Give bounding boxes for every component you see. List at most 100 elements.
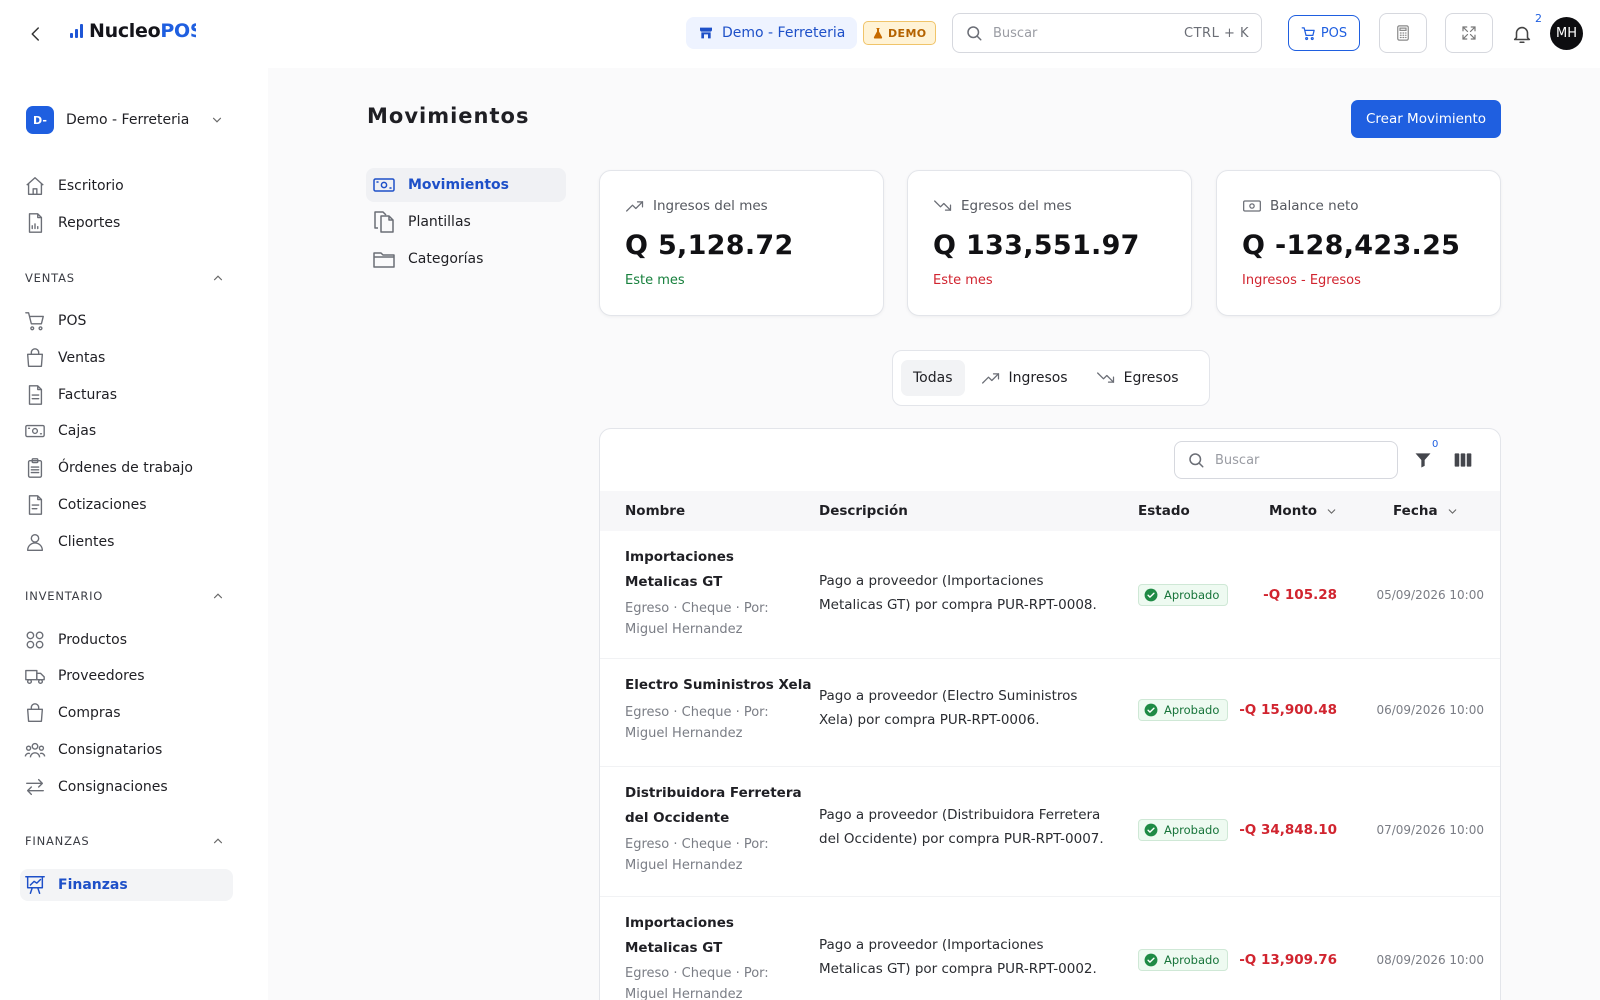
table-header: Nombre Descripción Estado Monto Fecha [600, 491, 1500, 531]
table-row[interactable]: Importaciones Metalicas GT Egreso · Chequ… [600, 531, 1500, 659]
page-title: Movimientos [367, 104, 530, 128]
top-bar: NucleoPOS Demo - Ferreteria DEMO CTRL + … [0, 0, 1600, 68]
funnel-icon [1415, 453, 1431, 468]
status-badge: Aprobado [1138, 819, 1229, 841]
org-badge: D- [26, 106, 54, 134]
check-circle-icon [1144, 953, 1158, 967]
store-icon [700, 27, 712, 39]
amount: -Q 15,900.48 [1239, 702, 1337, 718]
section-finanzas[interactable]: FINANZAS [25, 831, 225, 851]
user-icon [26, 533, 44, 551]
type-filter: Todas Ingresos Egresos [892, 350, 1210, 406]
chart-board-icon [25, 876, 45, 894]
check-circle-icon [1144, 823, 1158, 837]
sidebar-item-proveedores[interactable]: Proveedores [20, 660, 233, 692]
logo-bars-icon [70, 24, 83, 38]
section-ventas[interactable]: VENTAS [25, 268, 225, 288]
home-icon [26, 177, 44, 195]
fullscreen-button[interactable] [1445, 13, 1493, 53]
filter-egresos[interactable]: Egresos [1084, 360, 1191, 396]
create-movement-button[interactable]: Crear Movimiento [1351, 100, 1501, 138]
status-badge: Aprobado [1138, 699, 1229, 721]
check-circle-icon [1144, 588, 1158, 602]
document-icon [28, 495, 43, 515]
subnav-movimientos[interactable]: Movimientos [366, 168, 566, 202]
trending-up-icon [981, 373, 999, 384]
sidebar-item-cotizaciones[interactable]: Cotizaciones [20, 489, 233, 521]
sidebar-item-compras[interactable]: Compras [20, 697, 233, 729]
cash-icon [373, 178, 395, 192]
section-inventario[interactable]: INVENTARIO [25, 586, 225, 606]
sidebar-item-ventas[interactable]: Ventas [20, 342, 233, 374]
stat-card-egresos: Egresos del mes Q 133,551.97 Este mes [907, 170, 1192, 316]
columns-button[interactable] [1452, 449, 1474, 471]
calculator-icon [1397, 25, 1409, 41]
notifications-count: 2 [1535, 12, 1542, 25]
table-search[interactable] [1174, 441, 1398, 479]
amount: -Q 34,848.10 [1239, 822, 1337, 838]
stat-card-balance: Balance neto Q -128,423.25 Ingresos - Eg… [1216, 170, 1501, 316]
col-descripcion: Descripción [819, 503, 908, 519]
sidebar-item-cajas[interactable]: Cajas [20, 415, 233, 447]
stat-value-balance: Q -128,423.25 [1242, 230, 1461, 261]
sidebar-item-finanzas[interactable]: Finanzas [20, 869, 233, 901]
filter-todas[interactable]: Todas [901, 360, 965, 396]
stat-sub-ingresos: Este mes [625, 273, 685, 288]
sidebar-item-consignaciones[interactable]: Consignaciones [20, 771, 233, 803]
grid-icon [26, 631, 44, 649]
date: 06/09/2026 10:00 [1376, 703, 1484, 717]
table-search-input[interactable] [1215, 452, 1385, 468]
table-row[interactable]: Importaciones Metalicas GT Egreso · Chequ… [600, 897, 1500, 1000]
status-badge: Aprobado [1138, 949, 1229, 971]
report-icon [28, 213, 43, 233]
sidebar-item-reportes[interactable]: Reportes [20, 207, 233, 239]
trending-down-icon [934, 200, 952, 211]
col-monto[interactable]: Monto [1269, 491, 1338, 531]
clipboard-icon [27, 458, 43, 478]
global-search-input[interactable] [993, 25, 1175, 41]
filter-count: 0 [1432, 439, 1439, 450]
amount: -Q 105.28 [1263, 587, 1337, 603]
table-row[interactable]: Distribuidora Ferretera del Occidente Egr… [600, 767, 1500, 897]
sidebar-item-ordenes[interactable]: Órdenes de trabajo [20, 452, 233, 484]
sidebar-item-escritorio[interactable]: Escritorio [20, 170, 233, 202]
store-selector[interactable]: Demo - Ferreteria [686, 17, 858, 49]
chevron-left-icon [31, 27, 39, 41]
filter-ingresos[interactable]: Ingresos [969, 360, 1080, 396]
sidebar-item-facturas[interactable]: Facturas [20, 379, 233, 411]
global-search[interactable]: CTRL + K [952, 13, 1262, 53]
cash-icon [25, 424, 45, 438]
col-nombre: Nombre [625, 503, 686, 519]
chevron-up-icon [213, 593, 223, 599]
amount: -Q 13,909.76 [1239, 952, 1337, 968]
main-content: Movimientos Crear Movimiento Movimientos… [268, 68, 1600, 1000]
pos-button[interactable]: POS [1288, 15, 1360, 51]
sidebar-item-pos[interactable]: POS [20, 305, 233, 337]
flask-icon [873, 28, 883, 39]
sidebar: D- Demo - Ferreteria Escritorio Reportes… [0, 68, 268, 1000]
col-fecha[interactable]: Fecha [1393, 491, 1459, 531]
subnav-categorias[interactable]: Categorías [366, 242, 566, 276]
org-selector[interactable]: D- Demo - Ferreteria [26, 106, 224, 134]
copy-icon [374, 211, 394, 233]
stat-value-egresos: Q 133,551.97 [933, 230, 1140, 261]
subnav-plantillas[interactable]: Plantillas [366, 205, 566, 239]
chevron-down-icon [1327, 508, 1336, 514]
sidebar-item-clientes[interactable]: Clientes [20, 526, 233, 558]
notifications-button[interactable] [1508, 20, 1536, 48]
sidebar-item-consignatarios[interactable]: Consignatarios [20, 734, 233, 766]
cart-icon [1301, 26, 1315, 40]
org-name: Demo - Ferreteria [66, 112, 190, 128]
calculator-button[interactable] [1379, 13, 1427, 53]
col-estado: Estado [1138, 503, 1190, 519]
sidebar-item-productos[interactable]: Productos [20, 624, 233, 656]
user-avatar[interactable]: MH [1550, 17, 1583, 50]
date: 05/09/2026 10:00 [1376, 588, 1484, 602]
filter-button[interactable] [1412, 449, 1434, 471]
stat-sub-egresos: Este mes [933, 273, 993, 288]
demo-badge: DEMO [863, 21, 936, 45]
app-logo[interactable]: NucleoPOS [70, 20, 196, 42]
table-row[interactable]: Electro Suministros Xela Egreso · Cheque… [600, 659, 1500, 767]
back-button[interactable] [24, 22, 48, 46]
invoice-icon [28, 385, 43, 405]
